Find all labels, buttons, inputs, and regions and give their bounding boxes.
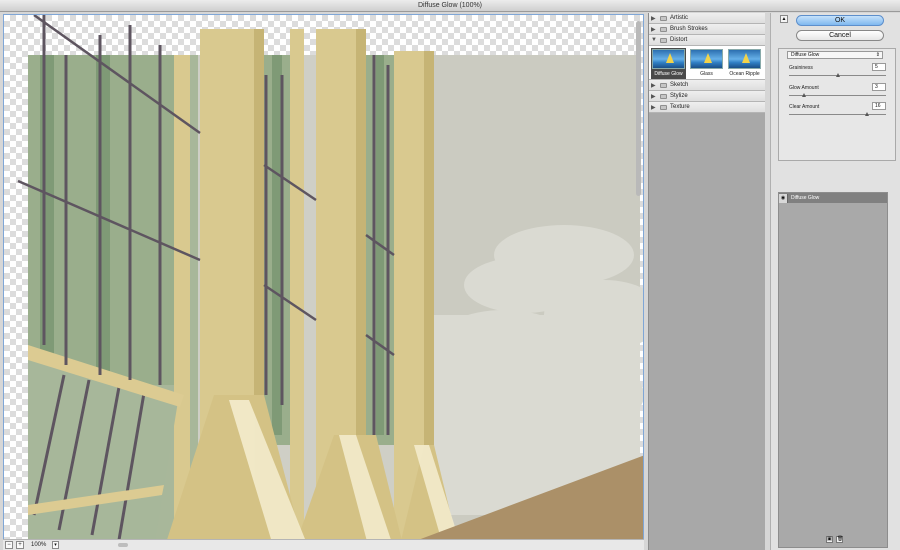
- updown-arrow-icon: ⇕: [875, 52, 880, 58]
- horizontal-scroll-thumb[interactable]: [118, 543, 128, 547]
- vertical-scroll-thumb[interactable]: [636, 21, 641, 196]
- category-texture[interactable]: ▶ Texture: [649, 102, 765, 113]
- zoom-level: 100%: [31, 542, 47, 548]
- preview-artwork: [17, 15, 643, 547]
- filter-thumb-label: Glass: [700, 71, 713, 77]
- zoom-in-button[interactable]: +: [16, 541, 24, 549]
- preview-vertical-scrollbar[interactable]: [636, 17, 641, 537]
- graininess-label: Graininess: [789, 65, 813, 71]
- sailboat-thumbnail-icon: [652, 49, 685, 69]
- preview-area[interactable]: − + 100% ▾: [0, 12, 646, 550]
- category-label: Distort: [670, 37, 688, 43]
- expand-triangle-icon: ▶: [651, 104, 656, 111]
- effect-layers-list: ◉ Diffuse Glow: [778, 192, 888, 548]
- collapse-gallery-button[interactable]: ▲: [780, 15, 788, 23]
- preview-status-bar: − + 100% ▾: [3, 539, 644, 550]
- glow-amount-label: Glow Amount: [789, 85, 819, 91]
- folder-icon: [660, 104, 667, 110]
- category-artistic[interactable]: ▶ Artistic: [649, 13, 765, 24]
- filter-thumb-diffuse-glow[interactable]: Diffuse Glow: [651, 48, 686, 79]
- folder-icon: [660, 26, 667, 32]
- effect-layer-name: Diffuse Glow: [791, 195, 820, 201]
- clear-amount-slider-track[interactable]: [789, 114, 886, 115]
- ok-button[interactable]: OK: [796, 15, 884, 26]
- filter-options-box: Diffuse Glow ⇕ Graininess 5 Glow Amount …: [778, 48, 896, 161]
- glow-amount-input[interactable]: 3: [872, 83, 886, 91]
- delete-effect-layer-icon[interactable]: 🗑: [836, 536, 843, 543]
- zoom-dropdown[interactable]: ▾: [52, 541, 59, 549]
- expand-triangle-icon: ▶: [651, 82, 656, 89]
- category-label: Sketch: [670, 82, 689, 88]
- category-sketch[interactable]: ▶ Sketch: [649, 80, 765, 91]
- glow-amount-slider-knob[interactable]: [802, 93, 806, 97]
- collapse-triangle-icon: ▼: [651, 37, 657, 43]
- visibility-eye-icon[interactable]: ◉: [779, 193, 788, 203]
- expand-triangle-icon: ▶: [651, 15, 656, 22]
- clear-amount-slider-knob[interactable]: [865, 112, 869, 116]
- cancel-button[interactable]: Cancel: [796, 30, 884, 41]
- clear-amount-control: Clear Amount 16: [789, 102, 889, 122]
- title-bar: Diffuse Glow (100%): [0, 0, 900, 12]
- layer-footer: ▣ 🗑: [826, 536, 843, 543]
- folder-icon: [660, 37, 667, 43]
- new-effect-layer-icon[interactable]: ▣: [826, 536, 833, 543]
- zoom-out-button[interactable]: −: [5, 541, 13, 549]
- filter-settings-panel: ▲ OK Cancel Diffuse Glow ⇕ Graininess 5 …: [770, 13, 900, 550]
- category-label: Texture: [670, 104, 690, 110]
- clear-amount-label: Clear Amount: [789, 104, 820, 110]
- preview-image[interactable]: [3, 14, 644, 548]
- distort-filter-thumbnails: Diffuse Glow Glass Ocean Ripple: [649, 46, 765, 80]
- expand-triangle-icon: ▶: [651, 26, 656, 33]
- folder-icon: [660, 93, 667, 99]
- category-label: Brush Strokes: [670, 26, 708, 32]
- filter-select-value: Diffuse Glow: [791, 52, 820, 58]
- filter-select-dropdown[interactable]: Diffuse Glow ⇕: [787, 51, 883, 59]
- filter-gallery-list: ▶ Artistic ▶ Brush Strokes ▼ Distort Dif…: [648, 13, 765, 550]
- category-label: Artistic: [670, 15, 688, 21]
- expand-triangle-icon: ▶: [651, 93, 656, 100]
- category-brush-strokes[interactable]: ▶ Brush Strokes: [649, 24, 765, 35]
- window-title: Diffuse Glow (100%): [417, 2, 483, 9]
- sailboat-thumbnail-icon: [690, 49, 723, 69]
- filter-thumb-label: Diffuse Glow: [654, 71, 683, 77]
- filter-thumb-label: Ocean Ripple: [729, 71, 760, 77]
- sailboat-thumbnail-icon: [728, 49, 761, 69]
- glow-amount-control: Glow Amount 3: [789, 83, 889, 103]
- folder-icon: [660, 82, 667, 88]
- category-distort[interactable]: ▼ Distort: [649, 35, 765, 46]
- graininess-slider-knob[interactable]: [836, 73, 840, 77]
- clear-amount-input[interactable]: 16: [872, 102, 886, 110]
- filter-thumb-glass[interactable]: Glass: [689, 48, 724, 79]
- graininess-input[interactable]: 5: [872, 63, 886, 71]
- category-label: Stylize: [670, 93, 688, 99]
- category-stylize[interactable]: ▶ Stylize: [649, 91, 765, 102]
- effect-layer-row[interactable]: ◉ Diffuse Glow: [779, 193, 887, 203]
- graininess-control: Graininess 5: [789, 63, 889, 83]
- filter-thumb-ocean-ripple[interactable]: Ocean Ripple: [727, 48, 762, 79]
- folder-icon: [660, 15, 667, 21]
